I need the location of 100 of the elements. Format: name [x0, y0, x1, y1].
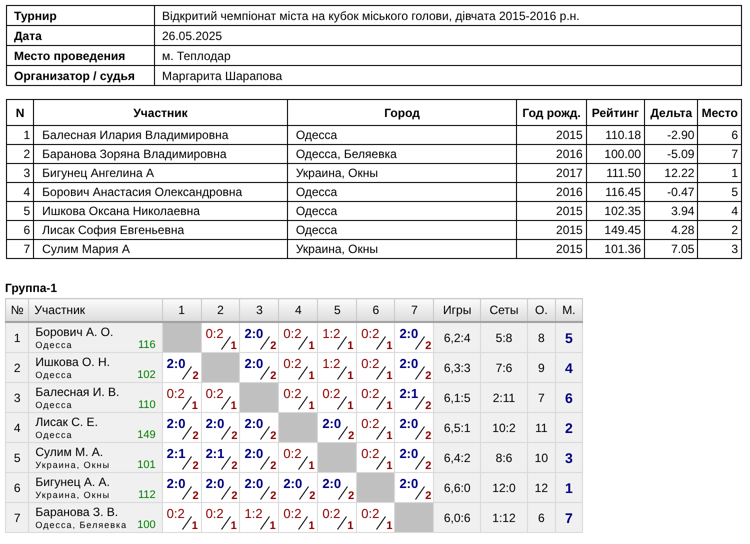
player-name: Ишкова О. Н.	[35, 354, 111, 368]
table-cell: 2015	[516, 202, 586, 220]
table-cell: 6,1:5	[434, 382, 481, 412]
table-cell: Одесса	[287, 202, 517, 220]
table-cell: 149.45	[586, 220, 645, 240]
match-points: 2	[192, 430, 199, 442]
player-city: Одесса	[35, 398, 72, 410]
column-header: Год рожд.	[516, 100, 586, 126]
column-header: 7	[394, 298, 434, 322]
match-points: 1	[230, 520, 237, 532]
table-cell: 3	[6, 164, 34, 182]
match-score: 0:2	[283, 386, 302, 402]
player-name: Лисак С. Е.	[35, 414, 99, 428]
info-label: Организатор / судья	[6, 66, 154, 86]
player-name: Баранова З. В.	[35, 504, 120, 518]
match-score: 2:0	[399, 476, 418, 492]
table-cell: 2015	[516, 220, 586, 240]
player-city: Украина, Окны	[35, 458, 110, 470]
table-cell: Украина, Окны	[287, 240, 517, 258]
table-cell: 7:6	[480, 352, 528, 382]
column-header: Дельта	[644, 100, 698, 126]
column-header: №	[6, 298, 29, 322]
table-cell: -2.90	[644, 126, 698, 144]
player-name: Сулим М. А.	[35, 444, 104, 458]
table-cell: 12	[527, 472, 556, 502]
table-cell: 11	[527, 412, 556, 442]
table-cell: 2016	[516, 144, 586, 164]
match-points: 2	[192, 370, 199, 382]
match-score: 0:2	[361, 326, 380, 342]
player-rating: 100	[137, 518, 156, 530]
info-label: Турнир	[6, 6, 154, 26]
match-points: 2	[348, 490, 354, 502]
match-score: 0:2	[166, 506, 185, 522]
table-cell: 7	[555, 502, 582, 532]
table-cell: 4	[6, 412, 29, 442]
table-cell: 2	[6, 144, 34, 164]
info-value: Маргарита Шарапова	[154, 66, 742, 86]
match-points: 2	[425, 340, 432, 352]
match-score: 0:2	[206, 386, 224, 402]
match-score: 0:2	[206, 506, 224, 522]
table-cell: 3	[555, 442, 582, 472]
column-header: Участник	[34, 100, 288, 126]
match-points: 2	[192, 460, 199, 472]
table-cell: Ишкова Оксана Николаевна	[34, 202, 288, 220]
table-cell: 6,5:1	[434, 412, 481, 442]
match-score: 2:0	[166, 476, 186, 492]
column-header: Рейтинг	[586, 100, 645, 126]
table-cell: 1	[555, 472, 582, 502]
table-cell: Лисак София Евгеньевна	[34, 220, 288, 240]
player-rating: 102	[137, 368, 156, 380]
group-title: Группа-1	[5, 281, 58, 295]
match-points: 2	[192, 490, 199, 502]
match-score: 0:2	[166, 386, 185, 402]
column-header: 4	[278, 298, 318, 322]
table-cell: 5	[698, 182, 742, 202]
table-cell: 2	[6, 352, 29, 382]
table-cell: 111.50	[586, 164, 645, 182]
match-score: 2:0	[244, 446, 264, 462]
column-header: Участник	[28, 298, 162, 322]
table-cell: -0.47	[644, 182, 698, 202]
column-header: 5	[318, 298, 357, 322]
table-cell: 2015	[516, 240, 586, 258]
match-score: 2:0	[244, 476, 264, 492]
table-cell: 4.28	[644, 220, 698, 240]
match-points: 1	[386, 400, 392, 412]
match-score: 0:2	[361, 386, 380, 402]
table-cell: 100.00	[586, 144, 645, 164]
table-cell: 4	[6, 182, 34, 202]
player-city: Одесса	[35, 428, 72, 440]
player-rating: 116	[138, 338, 156, 350]
table-cell: 1	[6, 126, 34, 144]
table-cell: 5:8	[480, 322, 528, 352]
table-cell: 101.36	[586, 240, 645, 258]
player-rating: 149	[137, 428, 156, 440]
table-cell: 6	[555, 382, 582, 412]
match-points: 1	[192, 400, 198, 412]
match-score: 2:0	[399, 416, 418, 432]
match-points: 1	[347, 520, 354, 532]
info-value: Відкритий чемпіонат міста на кубок міського голови, дівчата 2015-2016 р.н.	[154, 6, 742, 26]
table-cell: 102.35	[586, 202, 645, 220]
match-score: 2:0	[244, 416, 264, 432]
table-cell: Одесса	[287, 182, 517, 202]
column-header: О.	[527, 298, 556, 322]
match-score: 2:0	[166, 356, 186, 372]
player-name: Борович А. О.	[35, 324, 114, 338]
match-points: 2	[231, 490, 238, 502]
match-score: 1:2	[322, 326, 340, 342]
table-cell: 5	[555, 322, 582, 352]
column-header: М.	[555, 298, 582, 322]
table-cell: 6	[698, 126, 742, 144]
table-cell: 8:6	[480, 442, 528, 472]
table-cell: Украина, Окны	[287, 164, 517, 182]
match-points: 2	[270, 370, 276, 382]
table-cell: 10:2	[480, 412, 528, 442]
match-points: 2	[425, 370, 432, 382]
match-score: 0:2	[283, 446, 302, 462]
match-score: 0:2	[283, 356, 302, 372]
column-header: Город	[287, 100, 517, 126]
table-cell: 4	[555, 352, 582, 382]
match-points: 2	[231, 430, 238, 442]
